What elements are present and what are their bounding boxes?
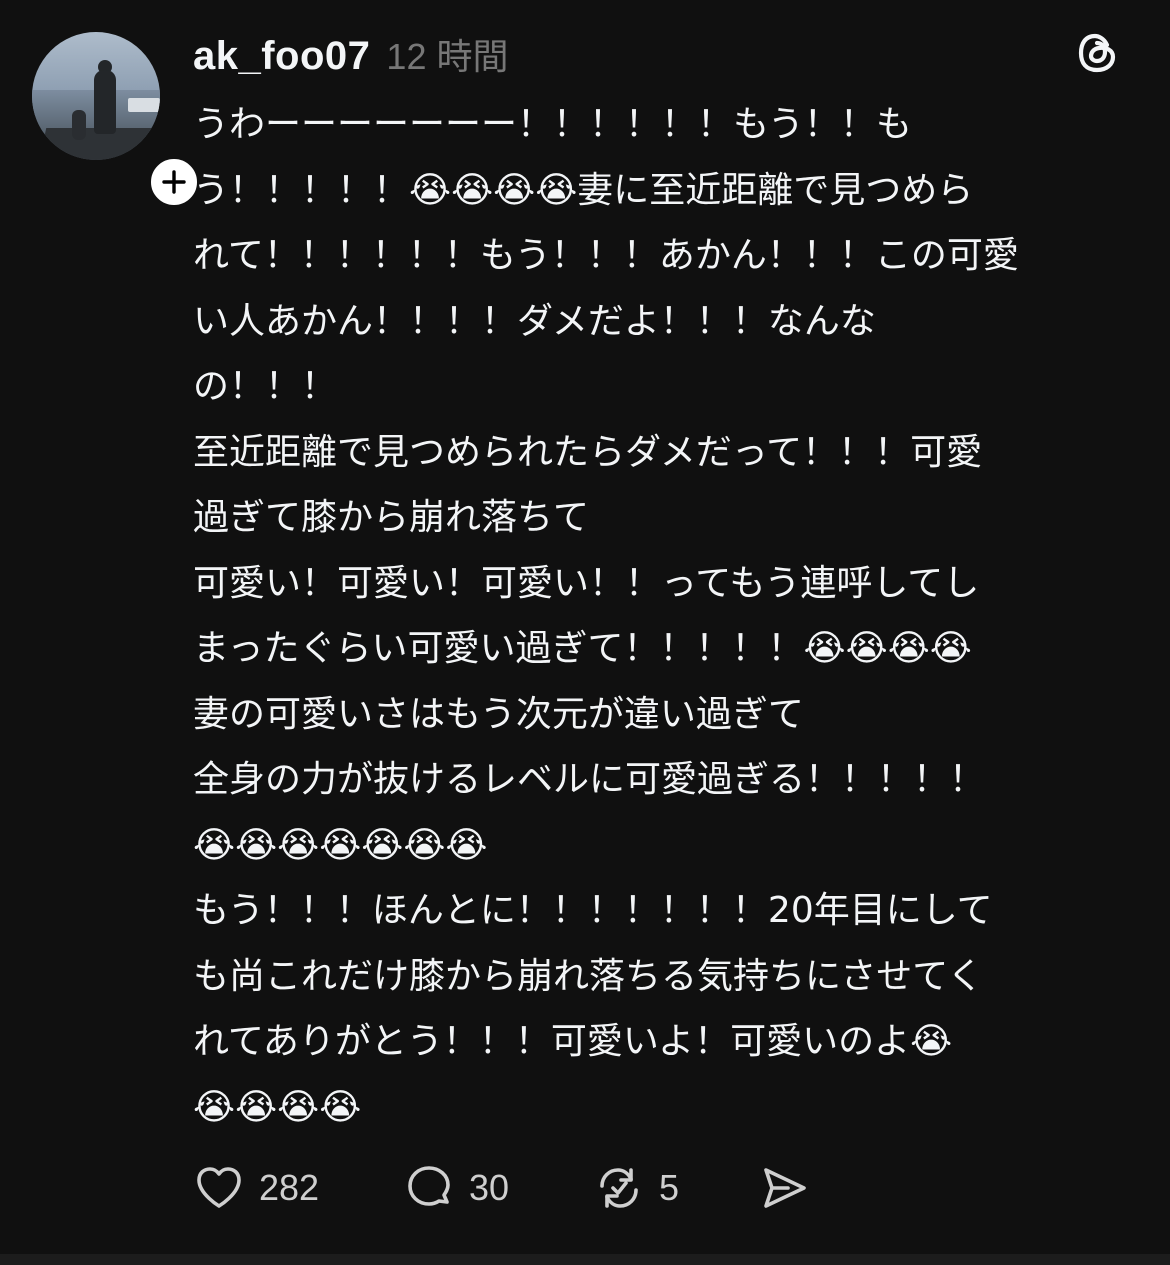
post-text-line: 可愛い！可愛い！可愛い！！ってもう連呼してし	[193, 562, 980, 604]
post-text-line: れてありがとう！！！可愛いよ！可愛いのよ😭	[193, 1021, 953, 1062]
reply-count: 30	[469, 1167, 510, 1208]
post-text-line: 全身の力が抜けるレベルに可愛過ぎる！！！！！	[193, 759, 986, 800]
like-button[interactable]: 282	[193, 1162, 403, 1214]
reply-button[interactable]: 30	[403, 1162, 593, 1214]
post-header: ak_foo07 12 時間	[193, 28, 508, 80]
repost-button[interactable]: 5	[593, 1162, 758, 1214]
post-text-line: も尚これだけ膝から崩れ落ちる気持ちにさせてく	[193, 955, 984, 997]
send-icon	[764, 1168, 806, 1208]
post-text-line: 至近距離で見つめられたらダメだって！！！可愛	[193, 431, 983, 473]
post-timestamp: 12 時間	[386, 36, 509, 77]
post-text-line: の！！！	[193, 366, 338, 407]
plus-icon	[162, 170, 186, 194]
avatar-container[interactable]	[32, 32, 202, 210]
post-text-line: 過ぎて膝から崩れ落ちて	[193, 497, 590, 538]
heart-icon	[197, 1167, 241, 1208]
post-text-line: 😭😭😭😭😭😭😭	[193, 824, 488, 866]
repost-icon	[600, 1168, 638, 1208]
thread-post: ak_foo07 12 時間 うわーーーーーーー！！！！！！もう！！も う！！！…	[0, 0, 1170, 1254]
post-text-line: 妻の可愛いさはもう次元が違い過ぎて	[193, 693, 804, 735]
post-body: うわーーーーーーー！！！！！！もう！！も う！！！！！😭😭😭😭妻に至近距離で見つ…	[193, 92, 1133, 1140]
repost-count: 5	[659, 1167, 680, 1208]
post-divider	[0, 1254, 1170, 1265]
action-bar: 282 30 5	[193, 1158, 810, 1218]
threads-logo-icon[interactable]	[1073, 28, 1123, 78]
post-text-line: れて！！！！！！もう！！！あかん！！！この可愛	[193, 235, 1019, 276]
avatar[interactable]	[32, 32, 160, 160]
post-text-line: い人あかん！！！！ダメだよ！！！なんな	[193, 300, 876, 342]
username-link[interactable]: ak_foo07	[193, 34, 370, 79]
post-text-line: もう！！！ほんとに！！！！！！！20年目にして	[193, 890, 993, 931]
like-count: 282	[259, 1167, 320, 1208]
post-text-line: 😭😭😭😭	[193, 1086, 362, 1128]
share-button[interactable]	[758, 1162, 810, 1214]
post-text-line: う！！！！！😭😭😭😭妻に至近距離で見つめら	[193, 169, 974, 211]
post-text-line: うわーーーーーーー！！！！！！もう！！も	[193, 104, 912, 145]
post-text-line: まったぐらい可愛い過ぎて！！！！！😭😭😭😭	[193, 628, 972, 669]
comment-bubble-icon	[408, 1166, 450, 1206]
